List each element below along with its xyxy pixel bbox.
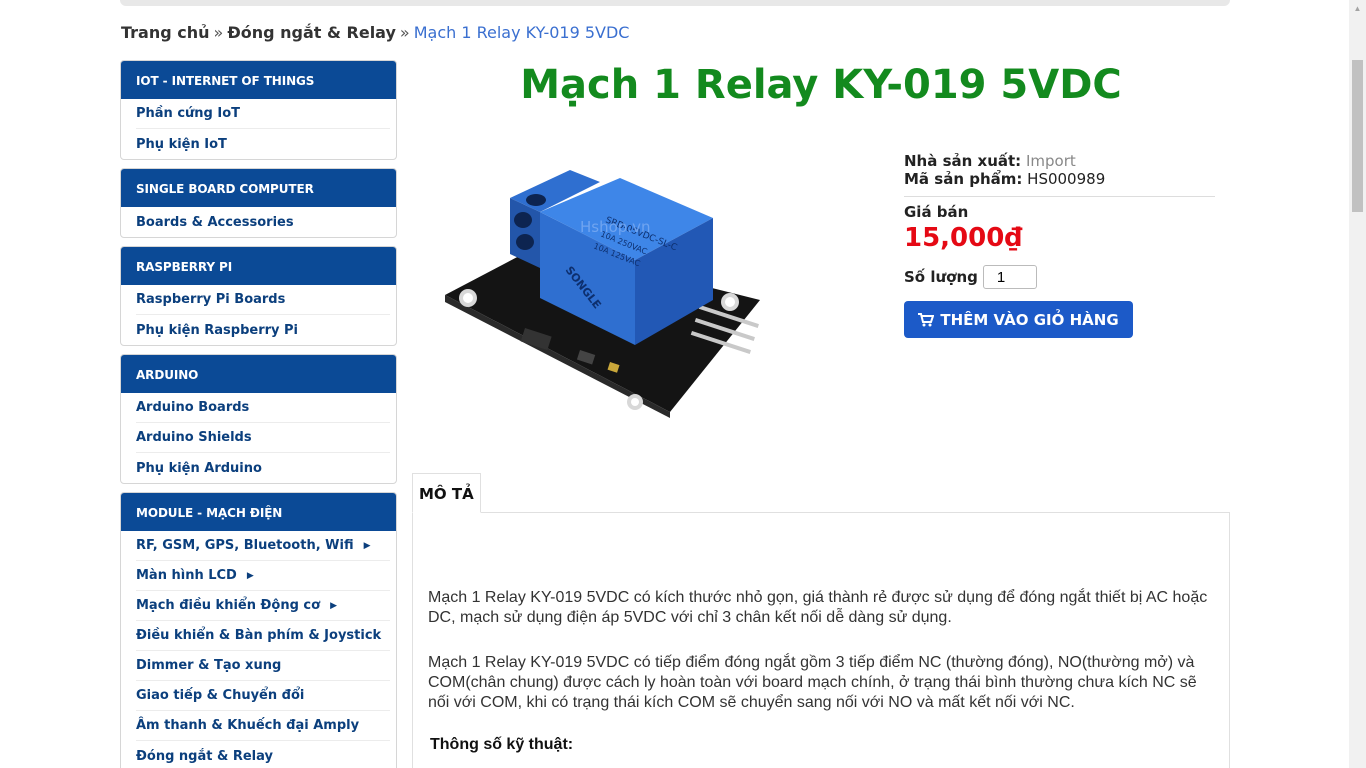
sidebar-item-label: Mạch điều khiển Động cơ [136, 598, 321, 613]
sidebar-item-label: Giao tiếp & Chuyển đổi [136, 688, 305, 703]
sidebar: IOT - INTERNET OF THINGS Phần cứng IoT P… [120, 60, 397, 768]
sidebar-item-interface-converter[interactable]: Giao tiếp & Chuyển đổi [136, 681, 390, 711]
breadcrumb-separator: » [213, 23, 224, 42]
manufacturer-row: Nhà sản xuất: Import [904, 152, 1215, 170]
sidebar-item-label: Âm thanh & Khuếch đại Amply [136, 718, 360, 733]
sidebar-item-motor-driver[interactable]: Mạch điều khiển Động cơ ▶ [136, 591, 390, 621]
sku-label: Mã sản phẩm: [904, 170, 1023, 188]
sidebar-item-label: Phụ kiện IoT [136, 136, 227, 152]
sidebar-item-label: Raspberry Pi Boards [136, 292, 286, 307]
top-bar [120, 0, 1230, 6]
sidebar-list: Boards & Accessories [121, 207, 396, 237]
add-to-cart-button[interactable]: THÊM VÀO GIỎ HÀNG [904, 301, 1133, 338]
description-paragraph: Mạch 1 Relay KY-019 5VDC có kích thước n… [428, 589, 1208, 626]
breadcrumb-home-link[interactable]: Trang chủ [121, 23, 210, 42]
info-divider [904, 196, 1215, 197]
sidebar-item-iot-hardware[interactable]: Phần cứng IoT [136, 99, 390, 129]
breadcrumb-separator: » [399, 23, 410, 42]
sidebar-item-lcd[interactable]: Màn hình LCD ▶ [136, 561, 390, 591]
manufacturer-value: Import [1025, 152, 1076, 170]
sidebar-item-label: Đóng ngắt & Relay [136, 748, 273, 764]
product-image[interactable]: SRD-05VDC-SL-C 10A 250VAC 10A 125VAC SON… [430, 150, 780, 430]
sidebar-list: RF, GSM, GPS, Bluetooth, Wifi ▶ Màn hình … [121, 531, 396, 768]
description-paragraph: Mạch 1 Relay KY-019 5VDC có tiếp điểm đó… [428, 654, 1197, 711]
breadcrumb-current: Mạch 1 Relay KY-019 5VDC [413, 23, 630, 42]
sidebar-item-raspberry-pi-boards[interactable]: Raspberry Pi Boards [136, 285, 390, 315]
breadcrumb-category-link[interactable]: Đóng ngắt & Relay [227, 23, 396, 42]
sidebar-item-control-keypad-joystick[interactable]: Điều khiển & Bàn phím & Joystick [136, 621, 390, 651]
caret-right-icon: ▶ [246, 570, 254, 581]
quantity-input[interactable] [982, 265, 1037, 289]
sidebar-item-audio-amply[interactable]: Âm thanh & Khuếch đại Amply [136, 711, 390, 741]
sidebar-item-label: Arduino Shields [136, 430, 252, 445]
sidebar-item-label: Phần cứng IoT [136, 106, 241, 121]
sidebar-group-title: RASPBERRY PI [121, 247, 396, 285]
sidebar-item-raspberry-pi-accessories[interactable]: Phụ kiện Raspberry Pi [136, 315, 390, 345]
sidebar-group-module: MODULE - MẠCH ĐIỆN RF, GSM, GPS, Bluetoo… [120, 492, 397, 768]
sidebar-item-iot-accessories[interactable]: Phụ kiện IoT [136, 129, 390, 159]
price-value: 15,000₫ [904, 223, 1023, 253]
relay-module-illustration: SRD-05VDC-SL-C 10A 250VAC 10A 125VAC SON… [445, 170, 760, 418]
quantity-label: Số lượng [904, 268, 978, 286]
sidebar-item-arduino-boards[interactable]: Arduino Boards [136, 393, 390, 423]
sidebar-group-arduino: ARDUINO Arduino Boards Arduino Shields P… [120, 354, 397, 484]
cart-icon [918, 312, 935, 326]
specs-heading: Thông số kỹ thuật: [430, 736, 574, 753]
sidebar-list: Arduino Boards Arduino Shields Phụ kiện … [121, 393, 396, 483]
product-title: Mạch 1 Relay KY-019 5VDC [520, 62, 1122, 108]
sidebar-item-label: Phụ kiện Arduino [136, 460, 262, 476]
product-tabs: MÔ TẢ [412, 473, 1230, 513]
sidebar-item-rf-gsm-gps[interactable]: RF, GSM, GPS, Bluetooth, Wifi ▶ [136, 531, 390, 561]
manufacturer-label: Nhà sản xuất: [904, 152, 1022, 170]
sidebar-item-label: Arduino Boards [136, 400, 250, 415]
sidebar-group-sbc: SINGLE BOARD COMPUTER Boards & Accessori… [120, 168, 397, 238]
caret-right-icon: ▶ [330, 600, 337, 611]
sku-row: Mã sản phẩm: HS000989 [904, 170, 1215, 188]
mounting-hole-inner [631, 398, 639, 406]
sidebar-item-label: Phụ kiện Raspberry Pi [136, 322, 299, 338]
sidebar-group-title: IOT - INTERNET OF THINGS [121, 61, 396, 99]
add-to-cart-label: THÊM VÀO GIỎ HÀNG [940, 310, 1119, 329]
mounting-hole-inner [463, 293, 473, 303]
terminal-screw [514, 212, 532, 228]
scroll-thumb[interactable] [1352, 60, 1363, 212]
breadcrumb: Trang chủ» Đóng ngắt & Relay» Mạch 1 Relay… [121, 23, 629, 42]
sidebar-item-boards-accessories[interactable]: Boards & Accessories [136, 207, 390, 237]
tab-description[interactable]: MÔ TẢ [412, 473, 481, 513]
sidebar-group-iot: IOT - INTERNET OF THINGS Phần cứng IoT P… [120, 60, 397, 160]
sidebar-item-arduino-accessories[interactable]: Phụ kiện Arduino [136, 453, 390, 483]
product-info: Nhà sản xuất: Import Mã sản phẩm: HS0009… [904, 152, 1215, 338]
sidebar-list: Phần cứng IoT Phụ kiện IoT [121, 99, 396, 159]
sidebar-item-label: Boards & Accessories [136, 214, 294, 230]
scroll-up-arrow-icon[interactable]: ▲ [1349, 0, 1366, 17]
page-scrollbar[interactable]: ▲ [1349, 0, 1366, 768]
price-label: Giá bán [904, 203, 969, 221]
image-watermark: Hshop.vn [580, 218, 650, 236]
sidebar-item-arduino-shields[interactable]: Arduino Shields [136, 423, 390, 453]
sidebar-group-title: MODULE - MẠCH ĐIỆN [121, 493, 396, 531]
sidebar-item-label: Màn hình LCD [136, 568, 237, 583]
sidebar-group-raspberry-pi: RASPBERRY PI Raspberry Pi Boards Phụ kiệ… [120, 246, 397, 346]
sidebar-group-title: SINGLE BOARD COMPUTER [121, 169, 396, 207]
sidebar-list: Raspberry Pi Boards Phụ kiện Raspberry P… [121, 285, 396, 345]
sidebar-item-relay[interactable]: Đóng ngắt & Relay [136, 741, 390, 768]
caret-right-icon: ▶ [363, 540, 371, 551]
sidebar-item-label: Điều khiển & Bàn phím & Joystick [136, 628, 382, 643]
mounting-hole-inner [725, 297, 735, 307]
sidebar-item-label: RF, GSM, GPS, Bluetooth, Wifi [136, 538, 354, 553]
terminal-screw [516, 234, 534, 250]
sku-value: HS000989 [1027, 170, 1106, 188]
quantity-row: Số lượng [904, 265, 1215, 289]
terminal-screw [526, 194, 546, 206]
tab-description-content: Mạch 1 Relay KY-019 5VDC có kích thước n… [412, 512, 1230, 768]
sidebar-item-label: Dimmer & Tạo xung [136, 658, 282, 673]
sidebar-item-dimmer[interactable]: Dimmer & Tạo xung [136, 651, 390, 681]
sidebar-group-title: ARDUINO [121, 355, 396, 393]
